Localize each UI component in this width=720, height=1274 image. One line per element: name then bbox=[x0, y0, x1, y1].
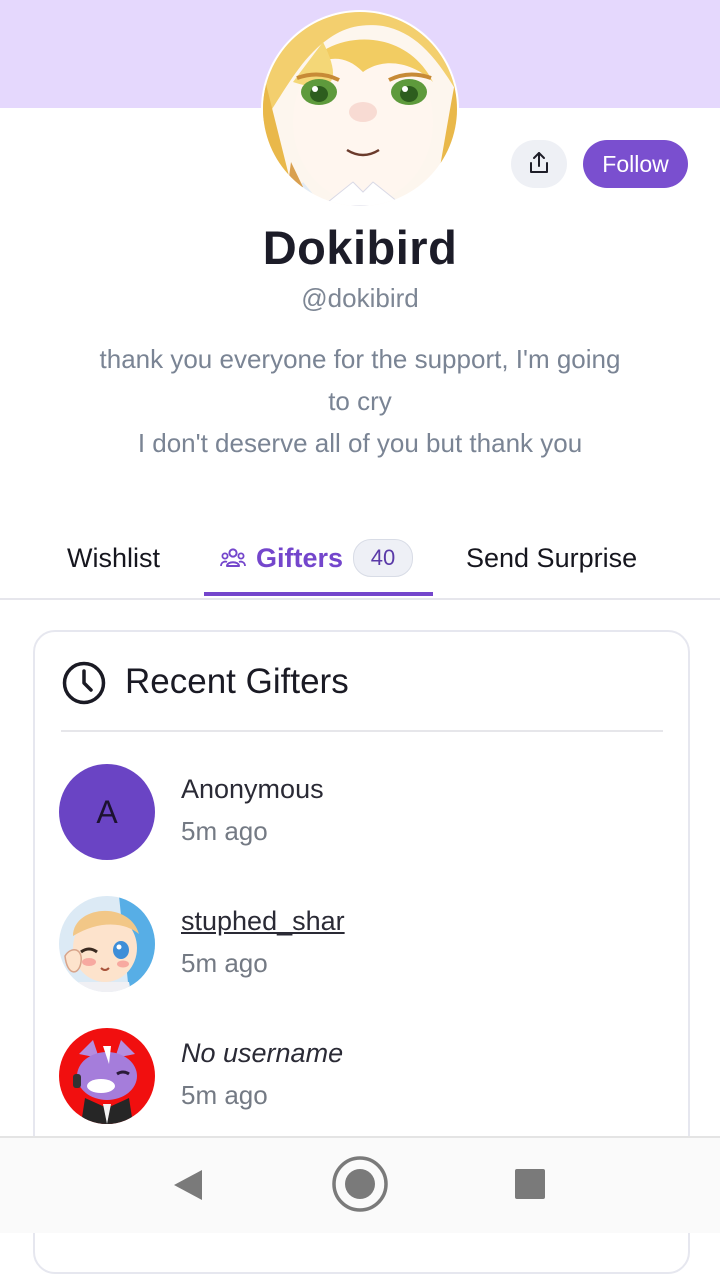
profile-avatar[interactable] bbox=[263, 12, 457, 206]
system-navigation-bar bbox=[0, 1136, 720, 1233]
active-tab-indicator bbox=[204, 592, 433, 596]
clock-icon bbox=[61, 660, 107, 706]
gift-time: 5m ago bbox=[181, 948, 268, 978]
home-circle-icon[interactable] bbox=[331, 1155, 389, 1213]
avatar-letter: A bbox=[96, 793, 118, 830]
gifter-name: Anonymous bbox=[181, 774, 324, 804]
users-icon bbox=[220, 547, 246, 569]
bio-line: I don't deserve all of you but thank you bbox=[137, 428, 583, 458]
recents-square-icon[interactable] bbox=[514, 1168, 546, 1200]
list-item: No username 5m ago bbox=[59, 1028, 659, 1124]
profile-bio: thank you everyone for the support, I'm … bbox=[40, 338, 680, 464]
gift-time: 5m ago bbox=[181, 816, 268, 846]
avatar: A bbox=[59, 764, 155, 860]
gifter-name-link[interactable]: stuphed_shar bbox=[181, 906, 345, 937]
follow-button[interactable]: Follow bbox=[583, 140, 688, 188]
tab-label: Send Surprise bbox=[466, 542, 638, 573]
profile-tabs: Wishlist Gifters 40 Send Surprise bbox=[0, 520, 720, 600]
tab-send-surprise[interactable]: Send Surprise bbox=[466, 520, 637, 596]
bio-line: thank you everyone for the support, I'm … bbox=[99, 344, 621, 374]
avatar[interactable] bbox=[59, 896, 155, 992]
avatar bbox=[59, 1028, 155, 1124]
tab-wishlist[interactable]: Wishlist bbox=[67, 520, 160, 596]
card-header: Recent Gifters bbox=[61, 658, 663, 732]
gifter-name: No username bbox=[181, 1038, 344, 1068]
display-name: Dokibird bbox=[262, 221, 458, 274]
username-handle: @dokibird bbox=[301, 283, 419, 313]
share-button[interactable] bbox=[511, 140, 567, 188]
gift-time: 5m ago bbox=[181, 1080, 268, 1110]
card-title: Recent Gifters bbox=[125, 662, 349, 701]
tab-label: Gifters bbox=[256, 542, 344, 573]
share-icon bbox=[528, 151, 550, 178]
gifters-count-badge: 40 bbox=[353, 539, 414, 577]
tab-gifters[interactable]: Gifters 40 bbox=[220, 520, 414, 596]
list-item: stuphed_shar 5m ago bbox=[59, 896, 659, 992]
tab-label: Wishlist bbox=[67, 542, 160, 573]
back-triangle-icon[interactable] bbox=[172, 1168, 204, 1202]
bio-line: to cry bbox=[328, 386, 392, 416]
list-item: A Anonymous 5m ago bbox=[59, 764, 659, 860]
